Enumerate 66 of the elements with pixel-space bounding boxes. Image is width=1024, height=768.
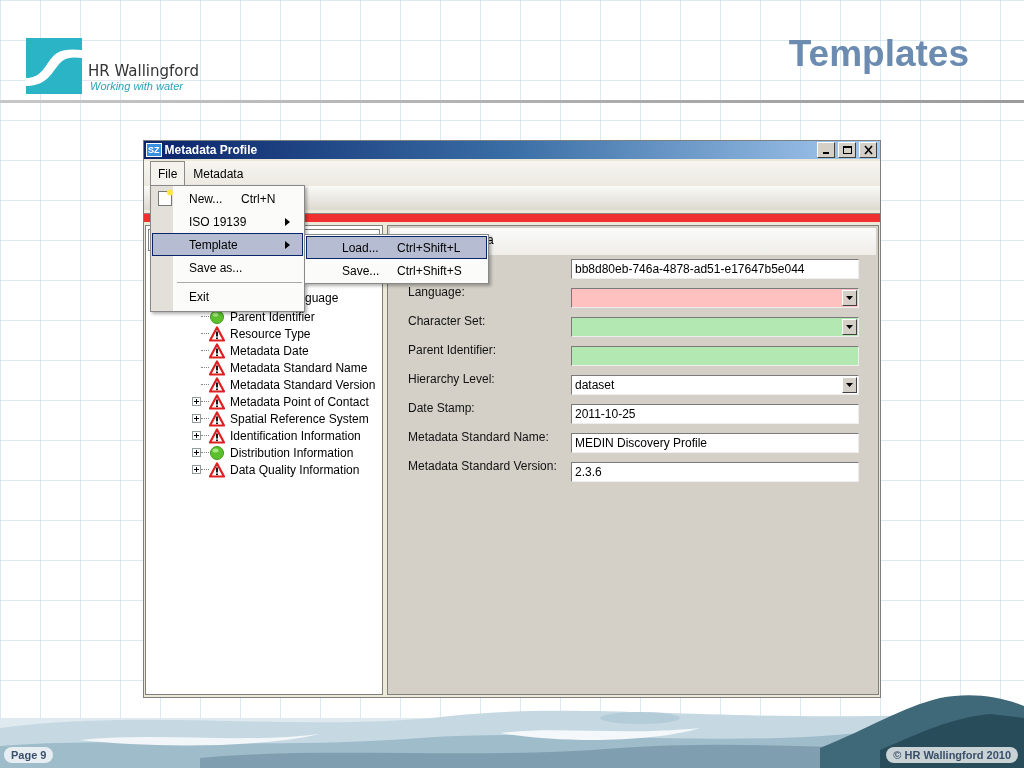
warning-icon: [209, 461, 225, 478]
close-button[interactable]: [859, 142, 877, 158]
field-label: Date Stamp:: [408, 401, 476, 417]
slide-title: Templates: [788, 33, 969, 75]
maximize-button[interactable]: [838, 142, 856, 158]
field-label: Hierarchy Level:: [408, 372, 496, 388]
warning-icon: [209, 393, 225, 410]
dropdown-field[interactable]: [571, 288, 859, 308]
minimize-icon: [823, 152, 829, 154]
menu-title[interactable]: File: [150, 161, 186, 185]
dropdown-field[interactable]: [571, 317, 859, 337]
close-icon: [862, 145, 874, 155]
minimize-button[interactable]: [817, 142, 835, 158]
tree-item[interactable]: guage: [305, 290, 339, 305]
expand-toggle[interactable]: [192, 414, 201, 423]
expand-toggle[interactable]: [192, 448, 201, 457]
maximize-icon: [841, 145, 853, 155]
tree-item[interactable]: Metadata Point of Contact: [230, 394, 369, 409]
field-label: Parent Identifier:: [408, 343, 498, 359]
warning-icon: [209, 427, 225, 444]
menu-item[interactable]: Save... Ctrl+Shift+S: [306, 259, 487, 282]
new-document-icon: [156, 189, 174, 207]
input-field[interactable]: 2011-10-25: [571, 404, 859, 424]
copyright-notice: © HR Wallingford 2010: [886, 747, 1018, 763]
menu-item[interactable]: Save as...: [152, 256, 303, 279]
tree-item[interactable]: Parent Identifier: [230, 309, 315, 324]
menu-item[interactable]: Exit: [152, 285, 303, 308]
field-label: Metadata Standard Name:: [408, 430, 550, 446]
submenu-arrow-icon: [285, 240, 290, 249]
expand-toggle[interactable]: [192, 397, 201, 406]
submenu-arrow-icon: [285, 217, 290, 226]
warning-icon: [209, 342, 225, 359]
warning-icon: [209, 359, 225, 376]
menu-item[interactable]: New... Ctrl+N: [152, 187, 303, 210]
input-field[interactable]: bb8d80eb-746a-4878-ad51-e17647b5e044: [571, 259, 859, 279]
tree-item[interactable]: Data Quality Information: [230, 462, 360, 477]
expand-toggle[interactable]: [192, 431, 201, 440]
menu-item[interactable]: Load... Ctrl+Shift+L: [306, 236, 487, 259]
page-number: Page 9: [4, 747, 54, 763]
tree-item[interactable]: Metadata Date: [230, 343, 309, 358]
input-field[interactable]: MEDIN Discovery Profile: [571, 433, 859, 453]
tree-item[interactable]: Spatial Reference System: [230, 411, 369, 426]
field-label: Language:: [408, 285, 466, 301]
field-label: Character Set:: [408, 314, 487, 330]
ok-status-icon: [209, 444, 225, 461]
logo-icon: [26, 38, 82, 94]
warning-icon: [209, 325, 225, 342]
expand-toggle[interactable]: [192, 465, 201, 474]
app-icon: SZ: [146, 143, 162, 157]
tree-item[interactable]: Metadata Standard Version: [230, 377, 376, 392]
tree-item[interactable]: Identification Information: [230, 428, 361, 443]
input-field[interactable]: 2.3.6: [571, 462, 859, 482]
window-title: Metadata Profile: [164, 143, 259, 157]
logo-tagline: Working with water: [89, 80, 184, 92]
tree-item[interactable]: Distribution Information: [230, 445, 354, 460]
logo-name: HR Wallingford: [88, 62, 199, 80]
tree-item[interactable]: Resource Type: [230, 326, 311, 341]
warning-icon: [209, 376, 225, 393]
menu-item[interactable]: ISO 19139: [152, 210, 303, 233]
field-label: Metadata Standard Version:: [408, 459, 558, 475]
input-field[interactable]: [571, 346, 859, 366]
menu-item[interactable]: Template: [152, 233, 303, 256]
dropdown-field[interactable]: dataset: [571, 375, 859, 395]
tree-item[interactable]: Metadata Standard Name: [230, 360, 368, 375]
warning-icon: [209, 410, 225, 427]
menu-title[interactable]: Metadata: [185, 161, 252, 185]
